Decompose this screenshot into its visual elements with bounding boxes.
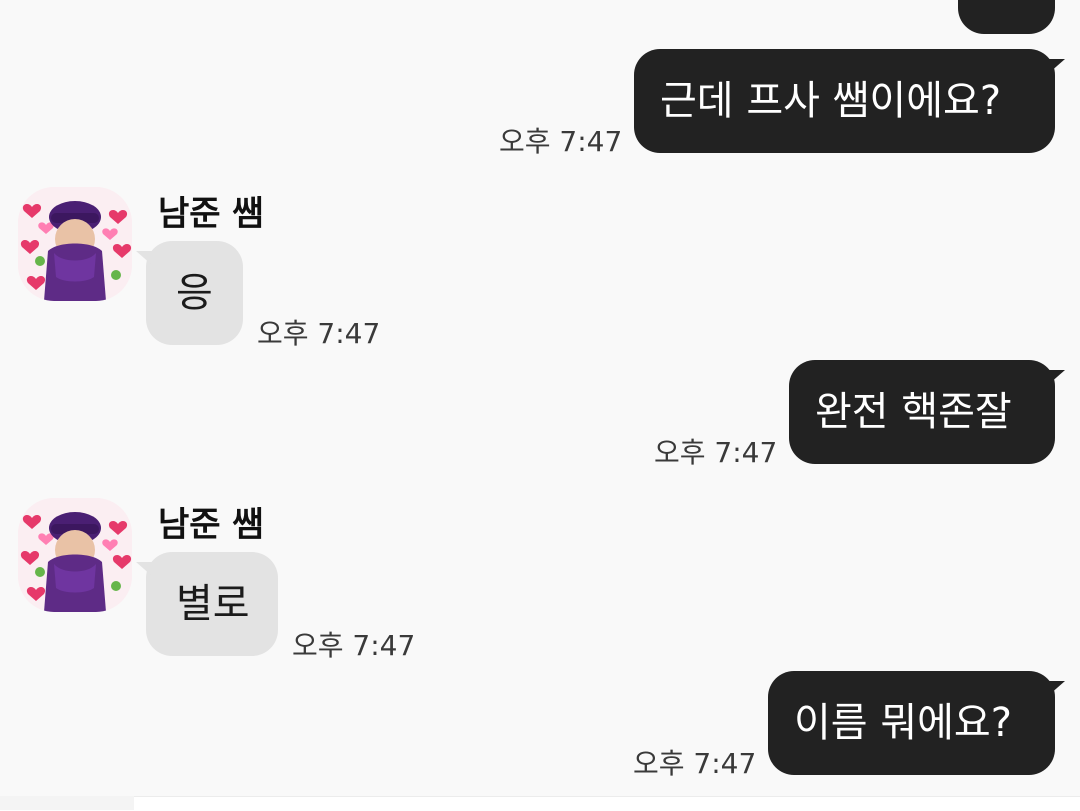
profile-avatar-icon bbox=[18, 498, 132, 612]
message-timestamp: 오후 7:47 bbox=[654, 436, 778, 469]
sender-avatar[interactable] bbox=[18, 498, 132, 612]
message-timestamp: 오후 7:47 bbox=[292, 629, 416, 662]
message-timestamp: 오후 7:47 bbox=[257, 317, 381, 350]
sender-avatar[interactable] bbox=[18, 187, 132, 301]
message-text: 근데 프사 쌤이에요? bbox=[660, 78, 1002, 124]
profile-avatar-icon bbox=[18, 187, 132, 301]
message-composer[interactable] bbox=[0, 796, 1080, 811]
incoming-message-bubble[interactable]: 별로 bbox=[136, 552, 278, 656]
outgoing-message-bubble[interactable]: 완전 핵존잘 bbox=[789, 360, 1065, 464]
composer-attach-area[interactable] bbox=[0, 796, 134, 810]
message-text: 이름 뭐에요? bbox=[794, 700, 1012, 746]
sender-name: 남준 쌤 bbox=[158, 194, 264, 234]
sender-name: 남준 쌤 bbox=[158, 505, 264, 545]
incoming-message-bubble[interactable]: 응 bbox=[136, 241, 243, 345]
outgoing-message-bubble[interactable]: 근데 프사 쌤이에요? bbox=[634, 49, 1065, 153]
message-text: 응 bbox=[176, 270, 213, 316]
outgoing-message-bubble[interactable]: 이름 뭐에요? bbox=[768, 671, 1065, 775]
message-timestamp: 오후 7:47 bbox=[499, 125, 623, 158]
message-text: 완전 핵존잘 bbox=[815, 389, 1012, 435]
chat-thread: 오후 7:47 근데 프사 쌤이에요? 남준 쌤 응 오후 7:47 오후 7:… bbox=[0, 0, 1080, 811]
message-timestamp: 오후 7:47 bbox=[633, 747, 757, 780]
outgoing-message-bubble[interactable] bbox=[958, 0, 1055, 34]
message-text: 별로 bbox=[176, 581, 250, 627]
